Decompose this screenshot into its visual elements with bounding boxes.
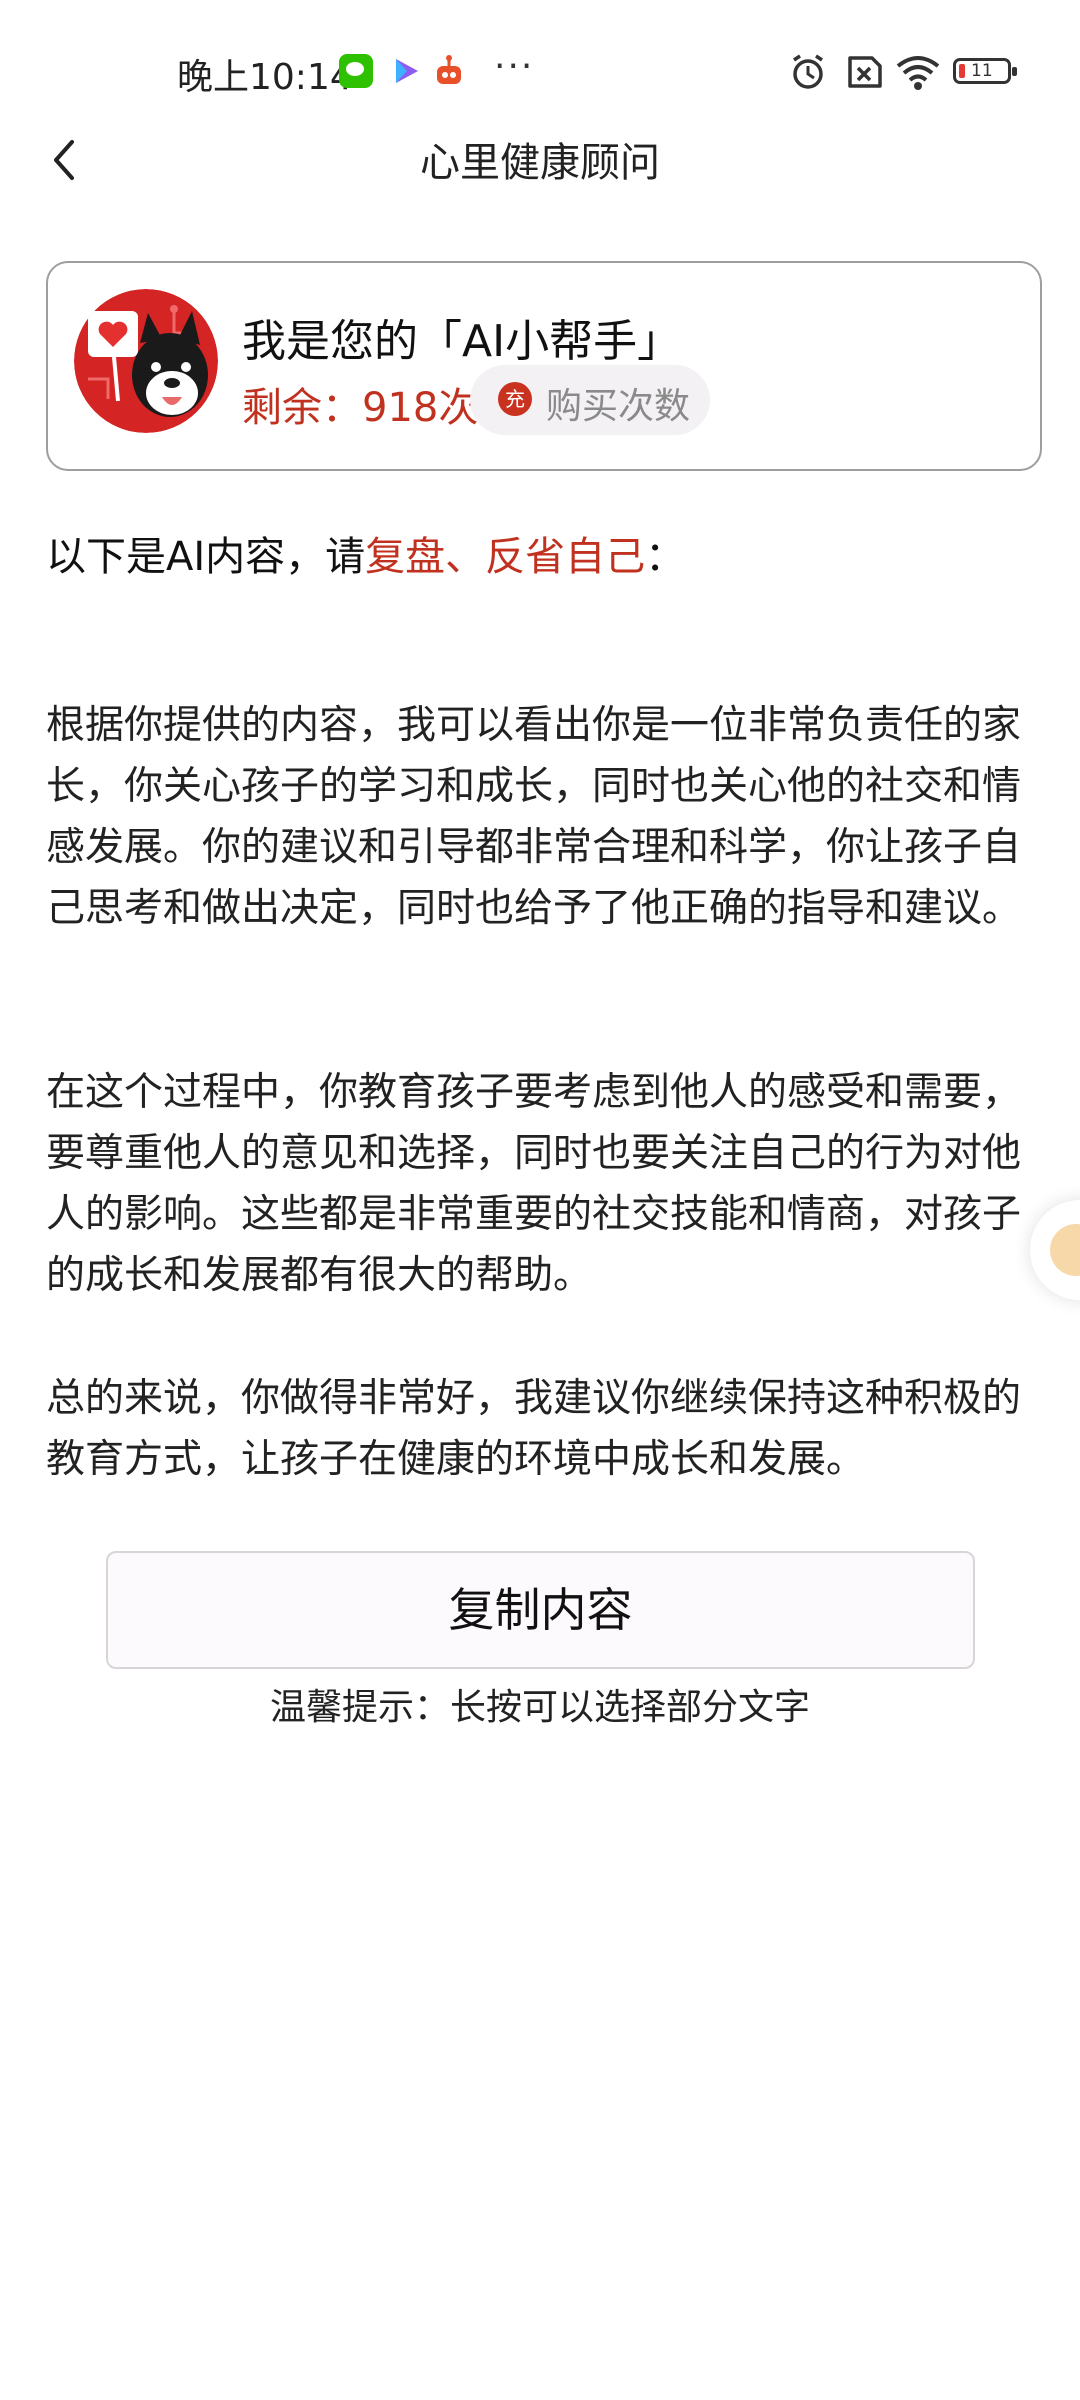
battery-fill <box>959 64 965 78</box>
intro-highlight: 复盘、反省自己 <box>365 534 646 580</box>
alarm-icon <box>793 54 823 89</box>
ai-paragraph-2[interactable]: 在这个过程中，你教育孩子要考虑到他人的感受和需要，要尊重他人的意见和选择，同时也… <box>46 1062 1036 1306</box>
page-title: 心里健康顾问 <box>420 140 660 186</box>
more-notifications-icon: ··· <box>494 46 535 87</box>
assistant-card: 我是您的「AI小帮手」 剩余：918次 充 购买次数 <box>46 261 1042 471</box>
buy-count-button[interactable]: 充 购买次数 <box>470 365 710 435</box>
sim-off-icon <box>848 56 882 88</box>
status-bar: 晚上10:14 ··· 11 <box>0 0 1080 140</box>
remaining-count: 剩余：918次 <box>242 385 479 431</box>
floating-assistant-button[interactable] <box>1030 1200 1080 1300</box>
intro-suffix: ： <box>645 534 686 580</box>
assistant-avatar <box>74 289 218 433</box>
battery-level: 11 <box>971 61 993 81</box>
intro-prefix: 以下是AI内容，请 <box>46 534 366 580</box>
wechat-icon <box>339 54 373 88</box>
robot-icon <box>437 55 461 84</box>
tip-text: 温馨提示：长按可以选择部分文字 <box>269 1687 810 1728</box>
buy-count-label: 购买次数 <box>546 386 691 427</box>
ai-paragraph-3[interactable]: 总的来说，你做得非常好，我建议你继续保持这种积极的教育方式，让孩子在健康的环境中… <box>46 1368 1036 1490</box>
ai-paragraph-1[interactable]: 根据你提供的内容，我可以看出你是一位非常负责任的家长，你关心孩子的学习和成长，同… <box>46 695 1036 939</box>
header-bar: 心里健康顾问 <box>0 120 1080 200</box>
recharge-icon: 充 <box>498 382 532 416</box>
intro-line: 以下是AI内容，请复盘、反省自己： <box>46 524 685 582</box>
play-icon <box>396 59 418 83</box>
floating-assistant-icon <box>1050 1224 1080 1276</box>
copy-content-button[interactable]: 复制内容 <box>106 1551 975 1669</box>
wifi-icon <box>896 56 940 90</box>
assistant-title: 我是您的「AI小帮手」 <box>242 316 682 367</box>
battery-icon: 11 <box>953 58 1017 84</box>
status-time: 晚上10:14 <box>177 57 353 98</box>
